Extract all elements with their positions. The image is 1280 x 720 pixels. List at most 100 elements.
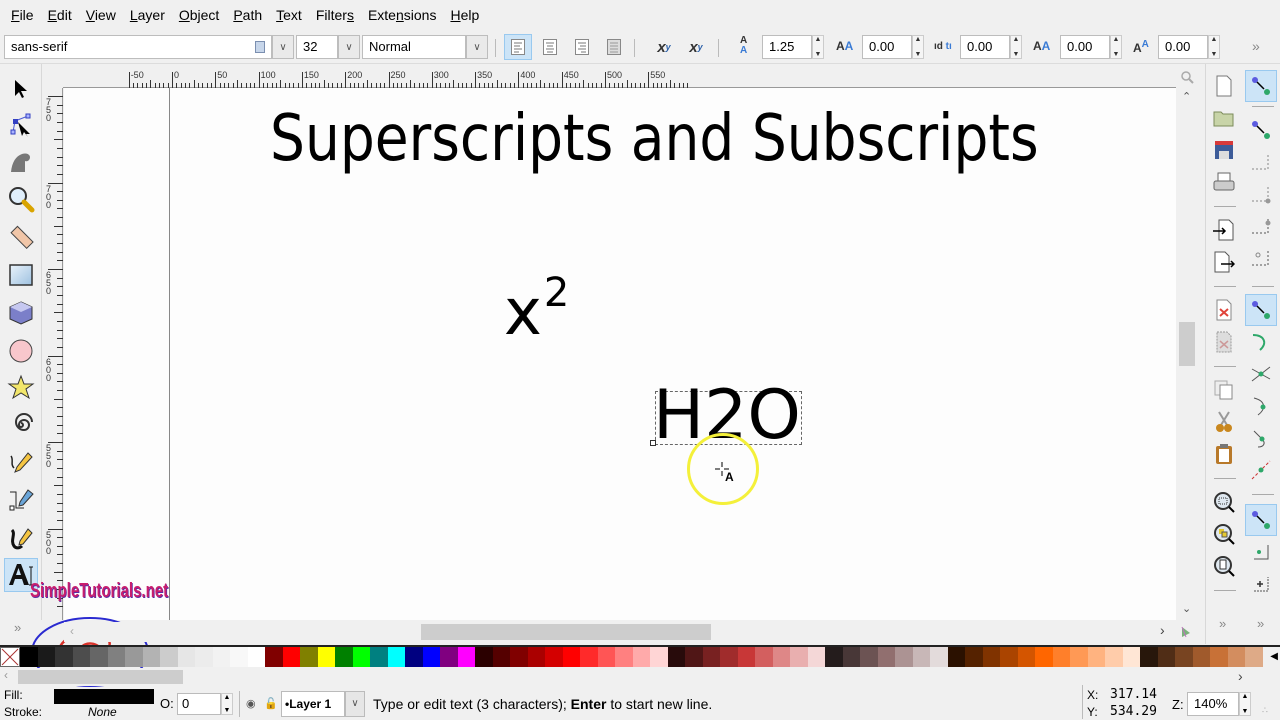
stroke-value[interactable]: None (88, 705, 117, 719)
menu-extensions[interactable]: Extensions (361, 0, 444, 30)
color-swatch[interactable] (860, 647, 878, 667)
color-swatch[interactable] (1052, 647, 1070, 667)
color-swatch[interactable] (667, 647, 685, 667)
opacity-spinner[interactable]: ▲ ▼ (221, 693, 233, 715)
color-swatch[interactable] (20, 647, 38, 667)
toolbox-overflow-button[interactable]: » (14, 620, 21, 635)
color-swatch[interactable] (597, 647, 615, 667)
color-swatch[interactable] (1087, 647, 1105, 667)
open-button[interactable] (1208, 102, 1240, 134)
color-swatch[interactable] (790, 647, 808, 667)
color-swatch[interactable] (1175, 647, 1193, 667)
color-swatch[interactable] (877, 647, 895, 667)
menu-path[interactable]: Path (226, 0, 269, 30)
color-swatch[interactable] (352, 647, 370, 667)
star-tool[interactable] (4, 370, 38, 404)
import-button[interactable] (1208, 214, 1240, 246)
color-swatch[interactable] (142, 647, 160, 667)
color-swatch[interactable] (405, 647, 423, 667)
color-swatch[interactable] (335, 647, 353, 667)
vertical-shift-input[interactable]: 0.00 (1158, 35, 1208, 59)
snap-intersections-button[interactable] (1245, 358, 1277, 390)
color-swatch[interactable] (755, 647, 773, 667)
color-swatch[interactable] (457, 647, 475, 667)
kerning-spinner[interactable]: ▲ ▼ (1110, 35, 1122, 59)
color-swatch[interactable] (912, 647, 930, 667)
color-swatch[interactable] (265, 647, 283, 667)
color-swatch[interactable] (125, 647, 143, 667)
snap-bbox-edges-button[interactable] (1245, 146, 1277, 178)
line-spacing-spinner[interactable]: ▲ ▼ (812, 35, 824, 59)
font-family-input[interactable]: sans-serif (4, 35, 272, 59)
snap-rotation-center-button[interactable] (1245, 568, 1277, 600)
snap-bbox-button[interactable] (1245, 114, 1277, 146)
color-swatch[interactable] (55, 647, 73, 667)
superscript-button[interactable]: xy (650, 34, 678, 60)
menu-file[interactable]: File (4, 0, 41, 30)
snap-cusp-nodes-button[interactable] (1245, 422, 1277, 454)
color-swatch[interactable] (282, 647, 300, 667)
color-swatch[interactable] (90, 647, 108, 667)
measure-tool[interactable] (4, 220, 38, 254)
scroll-right-arrow[interactable]: › (1160, 622, 1165, 638)
kerning-input[interactable]: 0.00 (1060, 35, 1110, 59)
save-button[interactable] (1208, 134, 1240, 166)
color-swatch[interactable] (1140, 647, 1158, 667)
color-swatch[interactable] (195, 647, 213, 667)
color-swatch[interactable] (300, 647, 318, 667)
color-swatch[interactable] (772, 647, 790, 667)
align-left-button[interactable] (504, 34, 532, 60)
drawing-canvas[interactable]: Superscripts and Subscripts x2 H2O A (64, 88, 1176, 620)
menu-text[interactable]: Text (269, 0, 309, 30)
letter-spacing-input[interactable]: 0.00 (862, 35, 912, 59)
snap-bbox-corners-button[interactable] (1245, 178, 1277, 210)
color-swatch[interactable] (930, 647, 948, 667)
snap-smooth-nodes-button[interactable] (1245, 390, 1277, 422)
color-swatch[interactable] (965, 647, 983, 667)
color-swatch[interactable] (947, 647, 965, 667)
color-swatch[interactable] (1017, 647, 1035, 667)
color-swatch[interactable] (562, 647, 580, 667)
zoom-input[interactable]: 140% (1187, 692, 1239, 716)
color-swatch[interactable] (1210, 647, 1228, 667)
color-swatch[interactable] (1245, 647, 1263, 667)
snap-nodes-button[interactable] (1245, 294, 1277, 326)
color-swatch[interactable] (685, 647, 703, 667)
zoom-page-button[interactable] (1208, 550, 1240, 582)
color-swatch[interactable] (492, 647, 510, 667)
scroll-down-arrow[interactable]: ⌄ (1182, 602, 1191, 615)
fill-color-indicator[interactable] (54, 689, 154, 704)
rectangle-tool[interactable] (4, 258, 38, 292)
bezier-tool[interactable] (4, 484, 38, 518)
cut-button[interactable] (1208, 406, 1240, 438)
layer-lock-icon[interactable]: 🔓 (264, 697, 278, 710)
font-family-dropdown[interactable]: ∨ (272, 35, 294, 59)
align-right-button[interactable] (568, 34, 596, 60)
snap-overflow-button[interactable]: » (1257, 616, 1264, 631)
color-swatch[interactable] (422, 647, 440, 667)
vertical-shift-spinner[interactable]: ▲ ▼ (1208, 35, 1220, 59)
color-swatch[interactable] (1157, 647, 1175, 667)
subscript-button[interactable]: xy (682, 34, 710, 60)
justify-button[interactable] (600, 34, 628, 60)
snap-midpoints-button[interactable] (1245, 454, 1277, 486)
current-layer-select[interactable]: •Layer 1 (281, 691, 345, 717)
color-swatch[interactable] (737, 647, 755, 667)
menu-help[interactable]: Help (443, 0, 486, 30)
horizontal-scroll-thumb[interactable] (421, 624, 711, 640)
new-document-button[interactable] (1208, 70, 1240, 102)
snap-toggle-button[interactable] (1245, 70, 1277, 102)
commands-overflow-button[interactable]: » (1219, 616, 1226, 631)
vertical-scroll-thumb[interactable] (1179, 322, 1195, 366)
superscript-example[interactable]: x2 (504, 270, 569, 350)
scroll-left-arrow[interactable]: ‹ (70, 624, 74, 638)
horizontal-scrollbar[interactable]: ‹ › (64, 622, 1190, 642)
redo-button[interactable] (1208, 326, 1240, 358)
menu-filters[interactable]: Filters (309, 0, 361, 30)
node-tool[interactable] (4, 108, 38, 142)
color-swatch[interactable] (1227, 647, 1245, 667)
word-spacing-spinner[interactable]: ▲ ▼ (1010, 35, 1022, 59)
color-swatch[interactable] (632, 647, 650, 667)
zoom-tool[interactable] (4, 182, 38, 216)
pencil-tool[interactable] (4, 446, 38, 480)
